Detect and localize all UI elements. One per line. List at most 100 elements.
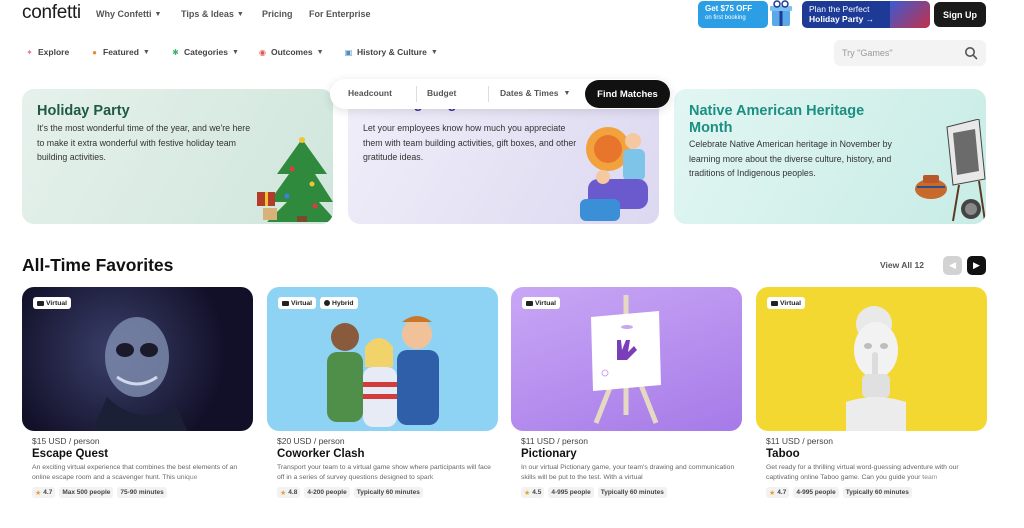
banner-thanksgiving[interactable]: Thanksgiving Let your employees know how…: [348, 89, 659, 224]
card-description: Get ready for a thrilling virtual word-g…: [766, 463, 982, 483]
card-description: An exciting virtual experience that comb…: [32, 463, 248, 483]
subnav-label: Categories: [184, 47, 228, 57]
subnav-outcomes[interactable]: ◉ Outcomes ▼: [258, 47, 324, 57]
sign-up-button[interactable]: Sign Up: [934, 2, 986, 27]
hybrid-tag: Hybrid: [320, 297, 358, 309]
activity-card-coworker-clash[interactable]: Virtual Hybrid $20 USD / person Coworker…: [267, 287, 498, 507]
chevron-down-icon: ▼: [154, 10, 162, 18]
headcount-label: Headcount: [348, 88, 392, 98]
duration-chip: Typically 60 minutes: [597, 487, 667, 498]
card-price: $20 USD / person: [277, 436, 345, 446]
headcount-field[interactable]: Headcount: [348, 88, 392, 98]
banner-description: Let your employees know how much you app…: [363, 123, 577, 162]
flame-icon: ●: [92, 47, 97, 57]
promo-discount-title: Get $75 OFF: [705, 4, 753, 13]
chevron-down-icon: ▼: [236, 10, 244, 18]
top-nav: confetti Why Confetti ▼ Tips & Ideas ▼ P…: [0, 0, 1024, 30]
nav-pricing[interactable]: Pricing: [262, 9, 293, 19]
card-tags: Virtual Hybrid: [278, 297, 358, 309]
virtual-tag: Virtual: [767, 297, 806, 309]
nav-label: Tips & Ideas: [181, 9, 234, 19]
card-meta: ★ 4.7 4-995 people Typically 60 minutes: [766, 487, 912, 498]
carousel-prev-button[interactable]: ◀: [943, 256, 962, 275]
chevron-down-icon: ▼: [231, 48, 239, 56]
cartoon-coworkers-image: [327, 316, 439, 427]
tag-label: Virtual: [46, 299, 68, 307]
card-image: Virtual: [511, 287, 742, 431]
rating-value: 4.7: [43, 489, 53, 496]
rating-value: 4.7: [777, 489, 787, 496]
card-price: $11 USD / person: [766, 436, 833, 446]
search-input[interactable]: [842, 46, 952, 60]
banner-native-american-heritage[interactable]: Native American Heritage Month Celebrate…: [674, 89, 986, 224]
subnav-featured[interactable]: ● Featured ▼: [90, 47, 150, 57]
subnav-explore[interactable]: ✦ Explore: [25, 47, 69, 57]
people-chip: Max 500 people: [59, 487, 114, 498]
nav-enterprise[interactable]: For Enterprise: [309, 9, 371, 19]
holiday-decor-image: [890, 1, 930, 28]
divider: [488, 86, 489, 102]
virtual-tag: Virtual: [278, 297, 317, 309]
compass-icon: ✦: [26, 47, 33, 57]
nav-label: Why Confetti: [96, 9, 152, 19]
carousel-next-button[interactable]: ▶: [967, 256, 986, 275]
find-matches-button[interactable]: Find Matches: [585, 80, 670, 108]
nav-tips-ideas[interactable]: Tips & Ideas ▼: [181, 9, 244, 19]
people-chip: 4-995 people: [793, 487, 839, 498]
card-title: Taboo: [766, 448, 800, 460]
activity-card-pictionary[interactable]: Virtual $11 USD / person Pictionary In o…: [511, 287, 742, 507]
chevron-down-icon: ▼: [430, 48, 438, 56]
card-title: Escape Quest: [32, 448, 109, 460]
budget-label: Budget: [427, 88, 457, 98]
card-tags: Virtual: [767, 297, 806, 309]
subnav-history-culture[interactable]: ▣ History & Culture ▼: [344, 47, 438, 57]
video-camera-icon: [37, 300, 44, 306]
easel-canvas-image: [591, 295, 661, 424]
rating-chip: ★ 4.7: [766, 487, 790, 498]
star-icon: ★: [524, 489, 531, 497]
subnav-label: Explore: [38, 47, 70, 57]
budget-field[interactable]: Budget: [427, 88, 456, 98]
card-price: $11 USD / person: [521, 436, 588, 446]
promo-discount-banner[interactable]: Get $75 OFF on first booking: [698, 1, 768, 28]
search-icon[interactable]: [964, 46, 978, 60]
video-camera-icon: [526, 300, 533, 306]
card-description: In our virtual Pictionary game, your tea…: [521, 463, 737, 483]
activity-card-taboo[interactable]: Virtual $11 USD / person Taboo Get ready…: [756, 287, 987, 507]
promo-discount-subtitle: on first booking: [705, 15, 746, 21]
people-chip: 4-995 people: [548, 487, 594, 498]
subnav-categories[interactable]: ✱ Categories ▼: [171, 47, 239, 57]
tag-label: Virtual: [780, 299, 802, 307]
virtual-tag: Virtual: [522, 297, 561, 309]
card-image: Virtual: [756, 287, 987, 431]
duration-chip: 75-90 minutes: [117, 487, 167, 498]
people-chip: 4-200 people: [304, 487, 350, 498]
nav-label: Pricing: [262, 9, 293, 19]
target-icon: ◉: [259, 47, 266, 57]
dates-times-field[interactable]: Dates & Times ▼: [500, 88, 570, 98]
card-price: $15 USD / person: [32, 436, 100, 446]
rating-chip: ★ 4.8: [277, 487, 301, 498]
page: confetti Why Confetti ▼ Tips & Ideas ▼ P…: [0, 0, 1024, 528]
activity-card-escape-quest[interactable]: Virtual $15 USD / person Escape Quest An…: [22, 287, 253, 507]
star-icon: ★: [35, 489, 42, 497]
view-all-link[interactable]: View All 12: [880, 260, 924, 270]
nav-label: For Enterprise: [309, 9, 371, 19]
people-icon: [324, 300, 331, 306]
card-tags: Virtual: [522, 297, 561, 309]
banner-holiday-party[interactable]: Holiday Party It's the most wonderful ti…: [22, 89, 333, 224]
dates-times-label: Dates & Times: [500, 88, 559, 98]
logo[interactable]: confetti: [22, 2, 81, 24]
chevron-left-icon: ◀: [949, 260, 956, 270]
star-icon: ★: [769, 489, 776, 497]
divider: [416, 86, 417, 102]
rating-value: 4.8: [288, 489, 298, 496]
nav-why-confetti[interactable]: Why Confetti ▼: [96, 9, 161, 19]
chevron-right-icon: ▶: [973, 260, 980, 270]
rating-value: 4.5: [532, 489, 542, 496]
promo-holiday-banner[interactable]: Plan the Perfect Holiday Party →: [802, 1, 930, 28]
star-icon: ★: [280, 489, 287, 497]
video-camera-icon: [282, 300, 289, 306]
subnav-label: Outcomes: [271, 47, 313, 57]
tag-label: Hybrid: [332, 299, 354, 307]
